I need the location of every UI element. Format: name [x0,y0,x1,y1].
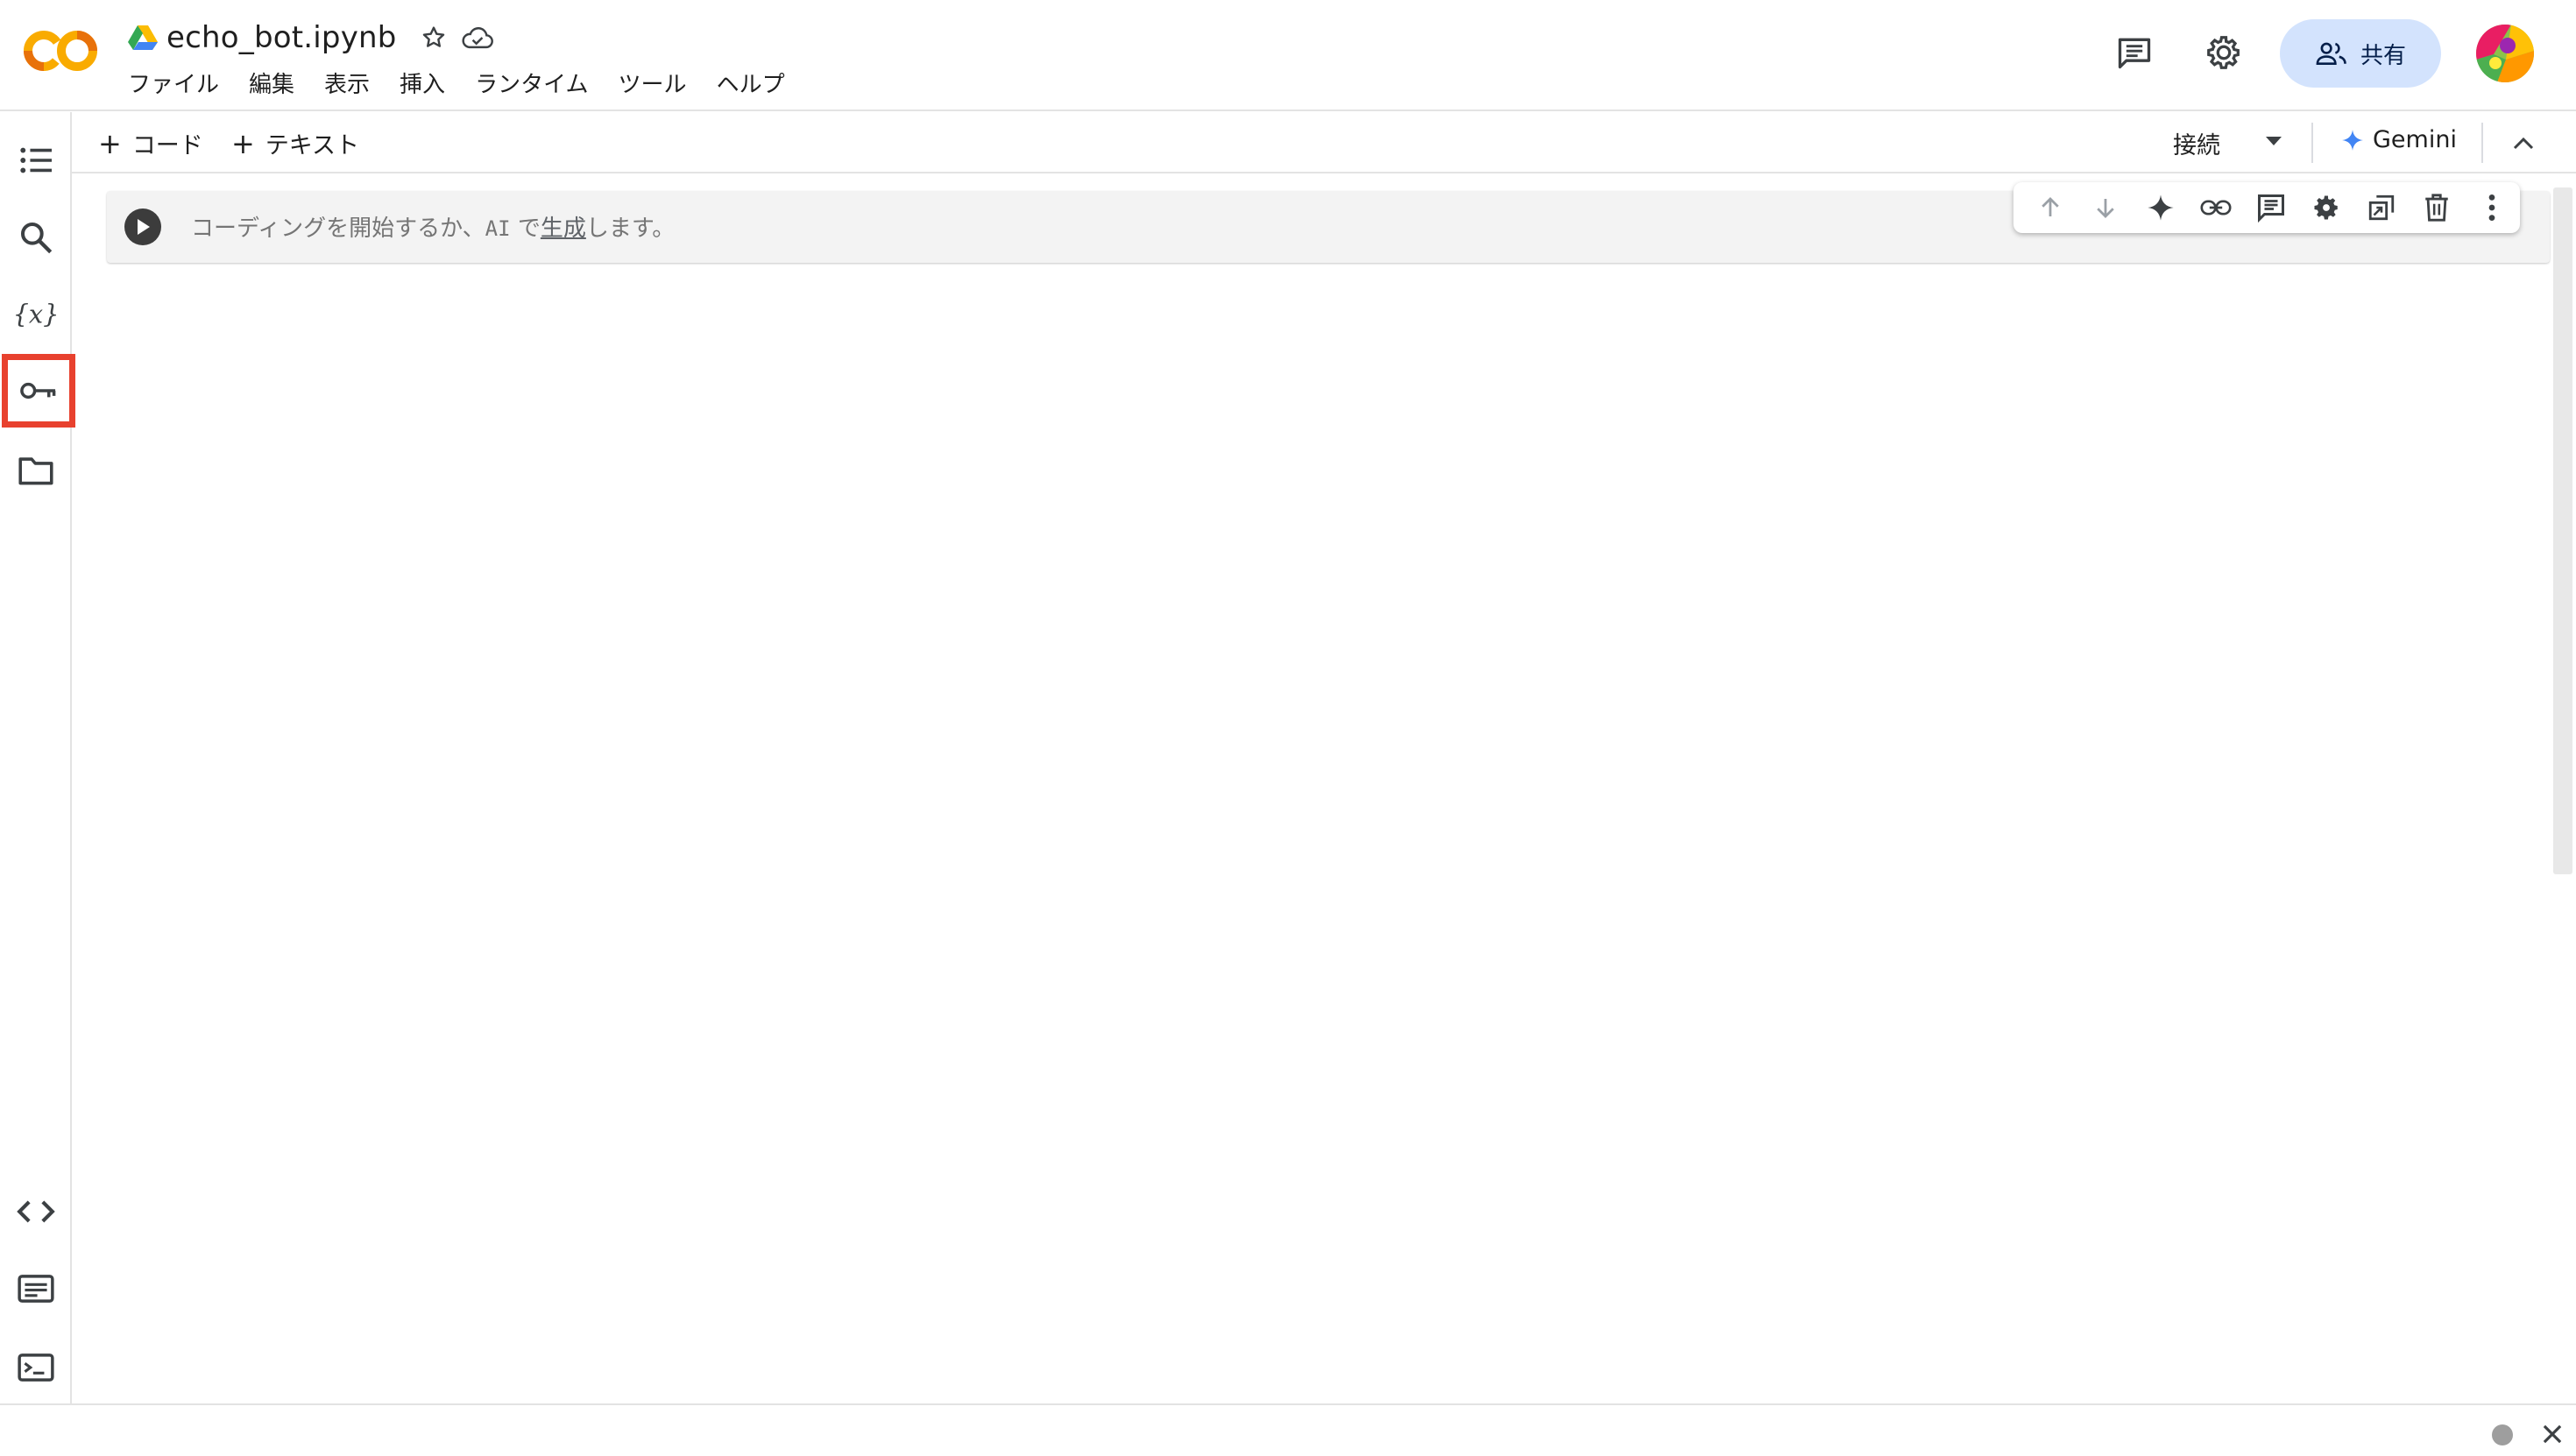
table-of-contents-icon[interactable] [9,133,63,187]
run-cell-button[interactable] [124,209,161,245]
gemini-sparkle-icon [2342,129,2363,151]
play-icon [138,219,150,235]
variables-icon[interactable]: {x} [9,287,63,342]
search-icon[interactable] [9,210,63,265]
mirror-cell-in-tab-icon[interactable] [2353,186,2409,230]
placeholder-ai: AI [485,216,511,241]
menu-view[interactable]: 表示 [324,67,370,99]
cell-toolbar [2013,182,2520,233]
menu-runtime[interactable]: ランタイム [475,67,588,99]
menu-edit[interactable]: 編集 [249,67,294,99]
cloud-saved-icon[interactable] [460,20,495,55]
generate-link[interactable]: 生成 [541,216,586,242]
placeholder-prefix: コーディングを開始するか、 [191,216,485,242]
toolbar-divider [2311,123,2313,163]
code-snippets-icon[interactable] [9,1184,63,1239]
svg-text:{x}: {x} [15,300,57,329]
google-drive-icon [128,25,158,50]
gemini-label: Gemini [2373,126,2457,153]
gemini-sparkle-icon[interactable] [2133,186,2188,230]
status-bar [0,1403,2576,1456]
more-vert-icon[interactable] [2464,186,2519,230]
toolbar-divider [2481,123,2483,163]
secrets-key-icon[interactable] [2,354,75,428]
placeholder-suffix: します。 [585,216,676,242]
menu-tools[interactable]: ツール [619,67,687,99]
move-cell-up-icon[interactable] [2022,186,2077,230]
placeholder-mid: で [510,216,541,242]
chevron-up-icon[interactable] [2508,128,2539,159]
menu-help[interactable]: ヘルプ [717,67,785,99]
menu-file[interactable]: ファイル [128,67,219,99]
move-cell-down-icon[interactable] [2077,186,2133,230]
share-label: 共有 [2360,42,2406,69]
terminal-icon[interactable] [9,1340,63,1395]
notebook-title[interactable]: echo_bot.ipynb [166,20,397,55]
add-code-label: コード [131,132,203,159]
notebook-toolbar: + コード + テキスト 接続 Gemini [72,112,2576,173]
title-row: echo_bot.ipynb [128,16,495,60]
add-text-label: テキスト [265,132,360,159]
settings-gear-icon[interactable] [2199,28,2248,77]
menu-bar: ファイル 編集 表示 挿入 ランタイム ツール ヘルプ [128,67,815,99]
cell-settings-gear-icon[interactable] [2298,186,2353,230]
colab-logo-icon[interactable] [23,26,98,75]
cell-placeholder[interactable]: コーディングを開始するか、AI で生成します。 [191,210,675,243]
comments-icon[interactable] [2110,28,2159,77]
star-icon[interactable] [416,20,451,55]
avatar[interactable] [2476,25,2534,82]
command-palette-icon[interactable] [9,1262,63,1316]
connect-button[interactable]: 接続 [2173,126,2220,160]
runtime-status-indicator[interactable] [2492,1424,2513,1445]
notebook-scrollbar[interactable] [2553,187,2572,874]
colab-app: echo_bot.ipynb ファイル 編集 表示 挿入 ランタイム ツール ヘ… [0,0,2576,1456]
delete-trash-icon[interactable] [2409,186,2464,230]
left-rail: {x} [0,112,75,1405]
add-text-button[interactable]: + テキスト [231,126,359,160]
files-folder-icon[interactable] [9,443,63,498]
connect-dropdown-icon[interactable] [2261,128,2287,154]
plus-icon: + [231,126,255,160]
add-code-button[interactable]: + コード [98,126,203,160]
menu-insert[interactable]: 挿入 [400,67,445,99]
plus-icon: + [98,126,122,160]
share-button[interactable]: 共有 [2280,19,2441,88]
link-icon[interactable] [2188,186,2243,230]
people-icon [2316,42,2346,66]
gemini-button[interactable]: Gemini [2341,126,2457,153]
comment-icon[interactable] [2243,186,2298,230]
header: echo_bot.ipynb ファイル 編集 表示 挿入 ランタイム ツール ヘ… [0,0,2576,111]
close-icon[interactable] [2537,1419,2567,1449]
